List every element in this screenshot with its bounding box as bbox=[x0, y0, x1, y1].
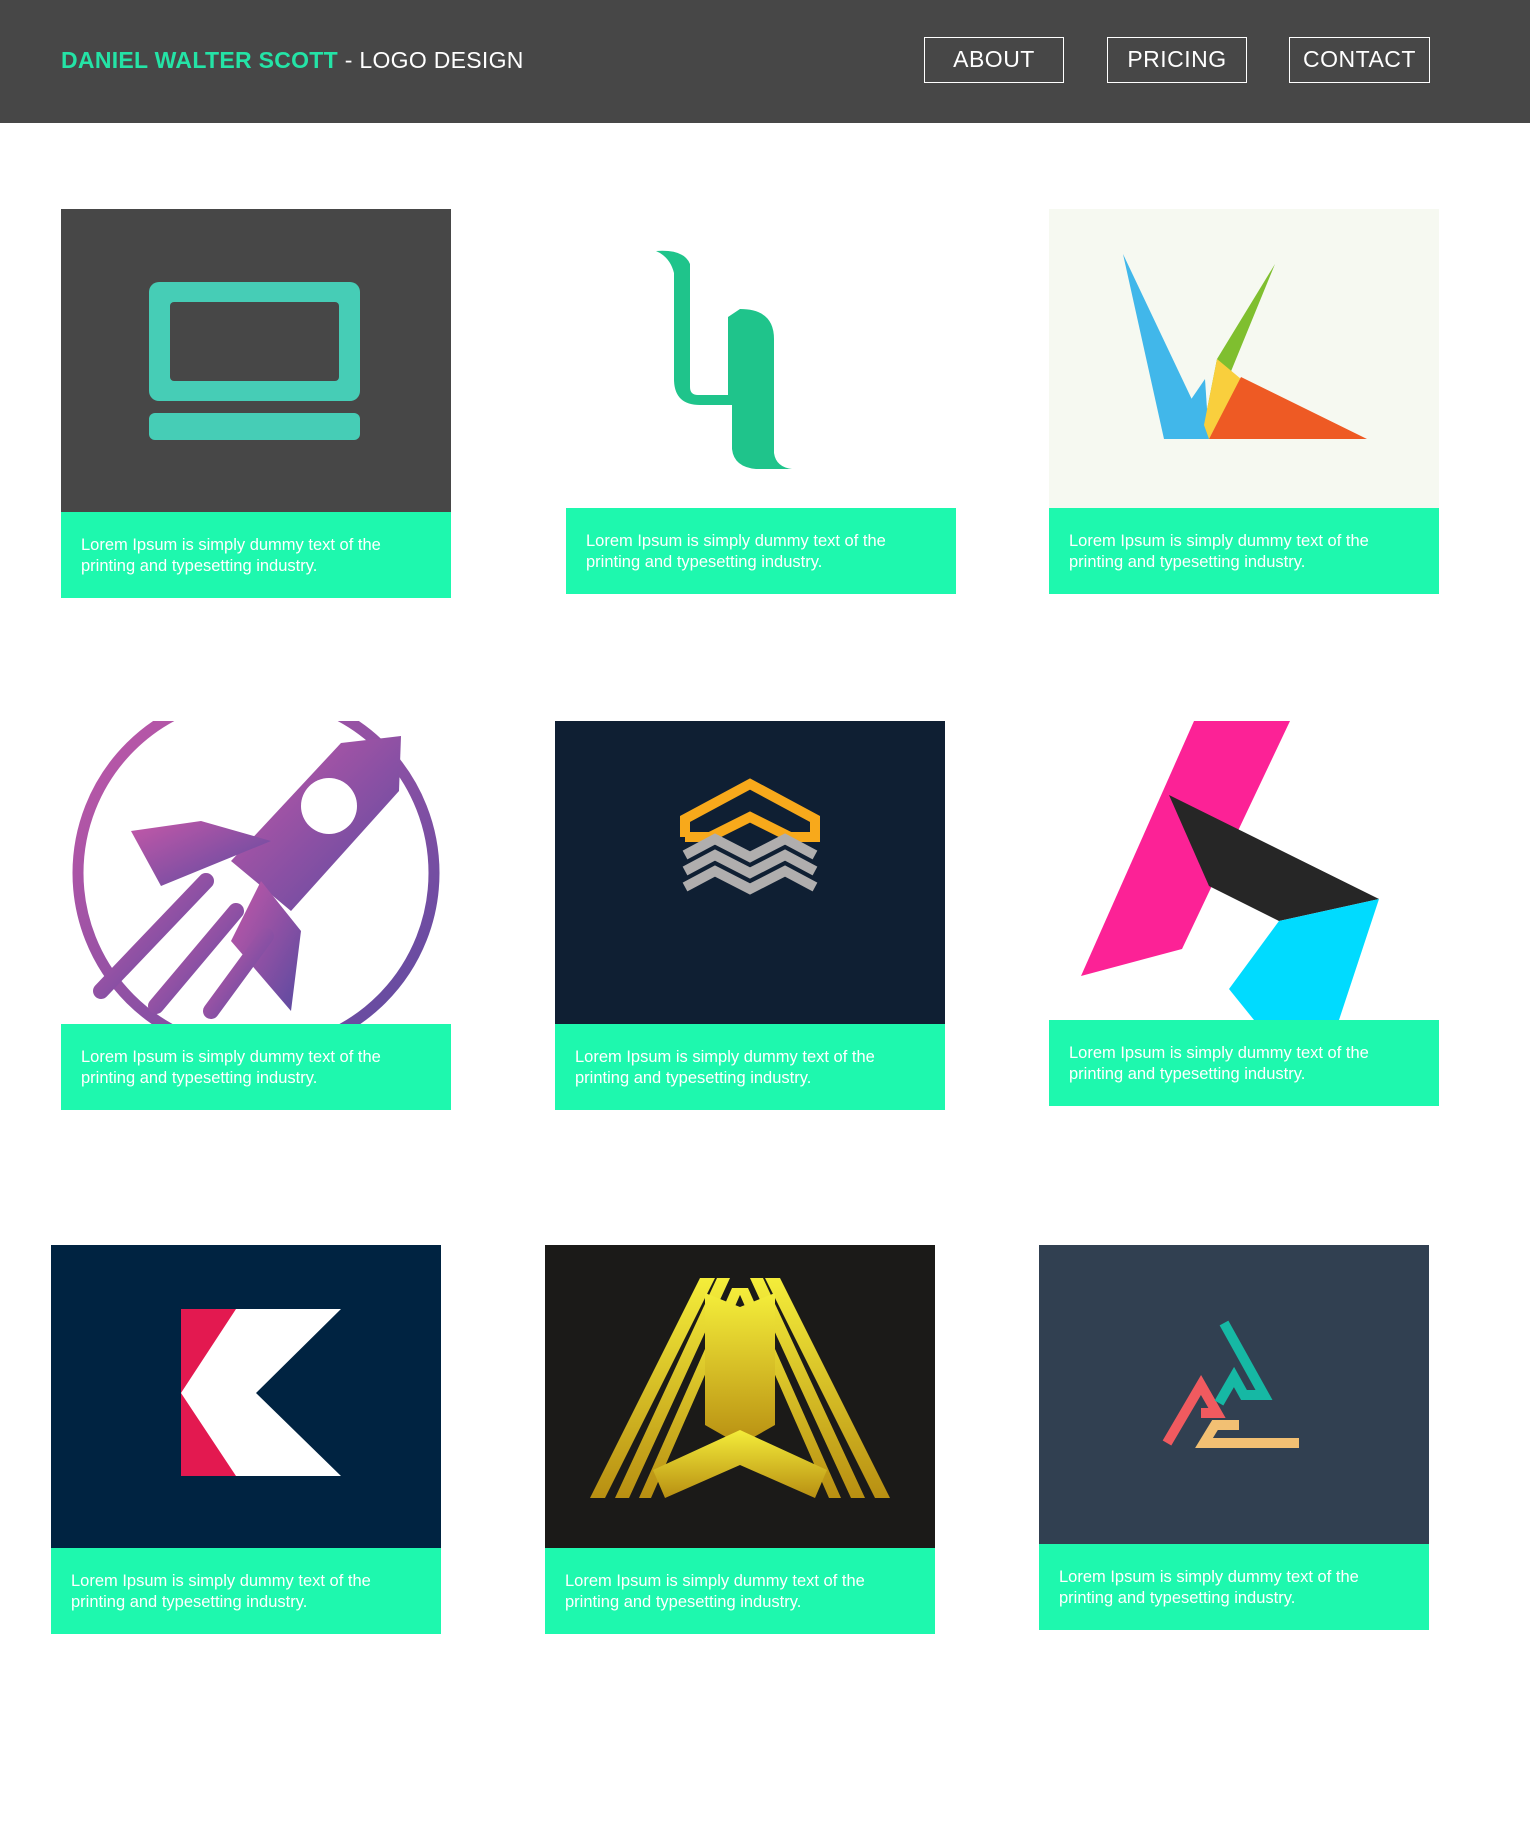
nav-pricing-button[interactable]: PRICING bbox=[1107, 37, 1247, 83]
portfolio-card[interactable]: Lorem Ipsum is simply dummy text of the … bbox=[1049, 721, 1439, 1106]
card-caption: Lorem Ipsum is simply dummy text of the … bbox=[61, 1024, 451, 1110]
ribbon-b-logo bbox=[566, 209, 956, 508]
portfolio-card[interactable]: Lorem Ipsum is simply dummy text of the … bbox=[566, 209, 956, 594]
card-caption: Lorem Ipsum is simply dummy text of the … bbox=[61, 512, 451, 598]
portfolio-card[interactable]: Lorem Ipsum is simply dummy text of the … bbox=[1039, 1245, 1429, 1630]
golden-a-logo bbox=[545, 1245, 935, 1548]
portfolio-card[interactable]: Lorem Ipsum is simply dummy text of the … bbox=[61, 209, 451, 598]
card-caption: Lorem Ipsum is simply dummy text of the … bbox=[555, 1024, 945, 1110]
site-brand[interactable]: DANIEL WALTER SCOTT - LOGO DESIGN bbox=[61, 47, 524, 74]
nav-contact-button[interactable]: CONTACT bbox=[1289, 37, 1430, 83]
card-caption: Lorem Ipsum is simply dummy text of the … bbox=[1049, 1020, 1439, 1106]
card-caption: Lorem Ipsum is simply dummy text of the … bbox=[1049, 508, 1439, 594]
folded-h-logo bbox=[1049, 721, 1439, 1020]
letter-k-logo bbox=[51, 1245, 441, 1548]
portfolio-card[interactable]: Lorem Ipsum is simply dummy text of the … bbox=[555, 721, 945, 1110]
card-caption: Lorem Ipsum is simply dummy text of the … bbox=[51, 1548, 441, 1634]
card-caption: Lorem Ipsum is simply dummy text of the … bbox=[545, 1548, 935, 1634]
rocket-logo bbox=[61, 721, 451, 1024]
nav-about-button[interactable]: ABOUT bbox=[924, 37, 1064, 83]
site-header: DANIEL WALTER SCOTT - LOGO DESIGN ABOUT … bbox=[0, 0, 1530, 123]
geometric-k-logo bbox=[1049, 209, 1439, 508]
card-caption: Lorem Ipsum is simply dummy text of the … bbox=[1039, 1544, 1429, 1630]
portfolio-card[interactable]: Lorem Ipsum is simply dummy text of the … bbox=[1049, 209, 1439, 594]
laptop-logo bbox=[61, 209, 451, 512]
portfolio-card[interactable]: Lorem Ipsum is simply dummy text of the … bbox=[51, 1245, 441, 1634]
portfolio-card[interactable]: Lorem Ipsum is simply dummy text of the … bbox=[61, 721, 451, 1110]
brand-name: DANIEL WALTER SCOTT bbox=[61, 47, 339, 73]
portfolio-card[interactable]: Lorem Ipsum is simply dummy text of the … bbox=[545, 1245, 935, 1634]
brand-suffix: - LOGO DESIGN bbox=[338, 47, 524, 73]
triangle-maze-logo bbox=[1039, 1245, 1429, 1544]
chevron-stack-logo bbox=[555, 721, 945, 1024]
card-caption: Lorem Ipsum is simply dummy text of the … bbox=[566, 508, 956, 594]
